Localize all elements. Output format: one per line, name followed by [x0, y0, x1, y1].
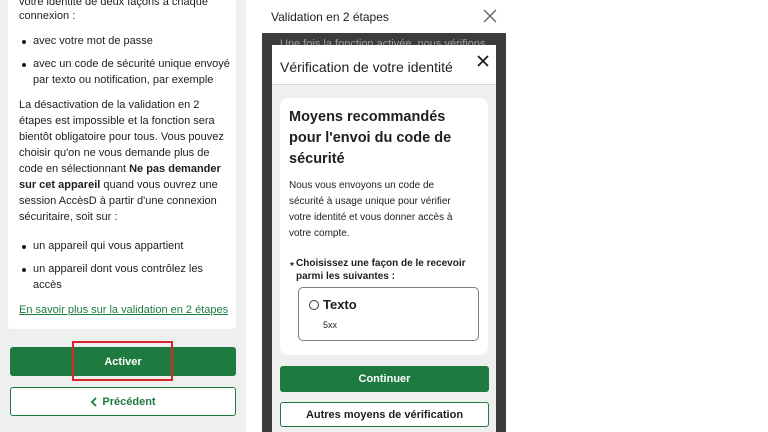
- intro-text: connexion :: [19, 10, 76, 22]
- methods-card: Moyens recommandés pour l'envoi du code …: [280, 98, 488, 355]
- previous-label: Précédent: [102, 395, 156, 408]
- verification-modal: Vérification de votre identité Moyens re…: [272, 45, 496, 432]
- question-text: parmi les suivantes :: [296, 271, 395, 282]
- para-line: La désactivation de la validation en 2: [19, 99, 200, 111]
- previous-button[interactable]: Précédent: [10, 387, 236, 416]
- para-text: code en sélectionnant: [19, 163, 130, 175]
- para-line: étapes est impossible et la fonction ser…: [19, 115, 215, 127]
- activate-button[interactable]: Activer: [10, 347, 236, 376]
- radio-button[interactable]: [309, 300, 319, 310]
- option-texto[interactable]: Texto 5xx: [298, 287, 479, 341]
- learn-more-link[interactable]: En savoir plus sur la validation en 2 ét…: [19, 304, 228, 316]
- chevron-left-icon: [91, 396, 98, 407]
- panel-title: Validation en 2 étapes: [271, 10, 389, 24]
- method-item: avec votre mot de passe: [33, 35, 153, 47]
- card-body: votre identité et vous donner accès à: [289, 212, 453, 223]
- bullet: [22, 63, 26, 67]
- para-line: code en sélectionnant Ne pas demander: [19, 161, 221, 177]
- bullet: [22, 40, 26, 44]
- emphasis-text: sur cet appareil: [19, 179, 101, 191]
- device-item: un appareil dont vous contrôlez les: [33, 263, 203, 275]
- card-heading: pour l'envoi du code de: [289, 130, 452, 146]
- close-icon[interactable]: [482, 8, 498, 24]
- card-heading: sécurité: [289, 151, 345, 167]
- left-panel: votre identité de deux façons à chaque c…: [0, 0, 246, 432]
- option-number: 5xx: [323, 320, 338, 330]
- para-line: session AccèsD à partir d'une connexion: [19, 195, 217, 207]
- bullet: [22, 268, 26, 272]
- bullet: [22, 245, 26, 249]
- method-item: par texto ou notification, par exemple: [33, 74, 214, 86]
- option-label: Texto: [323, 297, 357, 312]
- close-icon[interactable]: [477, 55, 489, 67]
- other-methods-button[interactable]: Autres moyens de vérification: [280, 402, 489, 427]
- device-item: un appareil qui vous appartient: [33, 240, 184, 252]
- para-line: bientôt obligatoire pour tous. Vous pouv…: [19, 131, 224, 143]
- card-body: votre compte.: [289, 228, 350, 239]
- para-line: sécuritaire, soit sur :: [19, 211, 118, 223]
- modal-header: Vérification de votre identité: [272, 45, 496, 85]
- modal-title: Vérification de votre identité: [280, 59, 453, 75]
- card-body: Nous vous envoyons un code de: [289, 180, 435, 191]
- emphasis-text: Ne pas demander: [129, 163, 221, 175]
- card-heading: Moyens recommandés: [289, 109, 446, 125]
- device-item: accès: [33, 279, 62, 291]
- method-item: avec un code de sécurité unique envoyé: [33, 58, 230, 70]
- para-line: choisir qu'on ne vous demande plus de: [19, 147, 210, 159]
- required-marker: *: [290, 261, 294, 272]
- card-body: sécurité à usage unique pour vérifier: [289, 196, 451, 207]
- question-text: Choisissez une façon de le recevoir: [296, 258, 466, 269]
- continue-button[interactable]: Continuer: [280, 366, 489, 392]
- para-line: sur cet appareil quand vous ouvrez une: [19, 177, 218, 193]
- para-text: quand vous ouvrez une: [100, 179, 218, 191]
